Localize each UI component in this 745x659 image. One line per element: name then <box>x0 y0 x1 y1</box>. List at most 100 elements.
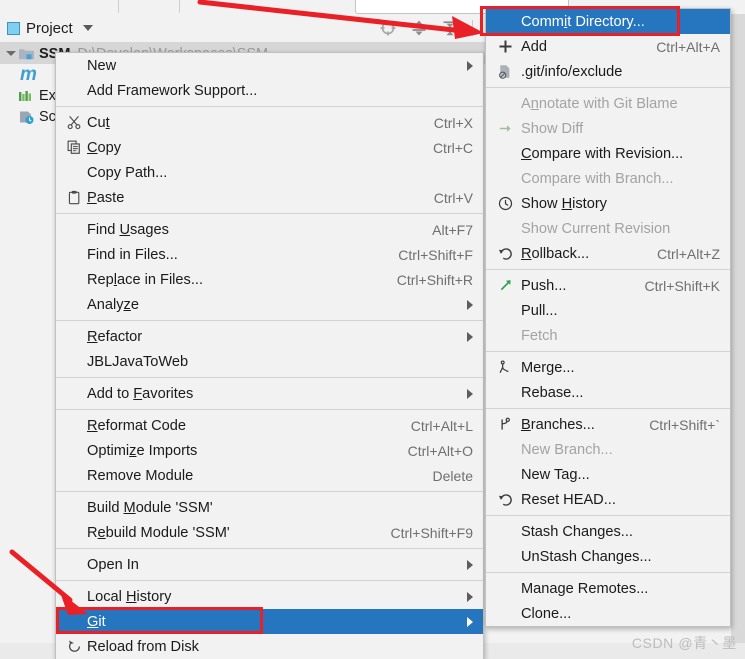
project-tool-window-title-group[interactable]: Project <box>0 20 93 37</box>
diff-icon <box>492 121 518 136</box>
menu-item-label: Find in Files... <box>87 246 178 263</box>
menu-item-label: JBLJavaToWeb <box>87 353 189 370</box>
submenu-arrow-icon <box>467 388 473 399</box>
menu-item-shortcut: Ctrl+Shift+` <box>649 416 720 433</box>
menu-item-manage-remotes[interactable]: Manage Remotes... <box>486 576 730 601</box>
menu-separator <box>56 377 483 378</box>
submenu-arrow-icon <box>467 591 473 602</box>
menu-item-new-tag[interactable]: New Tag... <box>486 462 730 487</box>
menu-item-merge[interactable]: Merge... <box>486 355 730 380</box>
menu-item-label: Reset HEAD... <box>521 491 616 508</box>
menu-item-add-to-favorites[interactable]: Add to Favorites <box>56 381 483 406</box>
menu-separator <box>486 515 730 516</box>
menu-item-label: Open In <box>87 556 139 573</box>
menu-item-show-history[interactable]: Show History <box>486 191 730 216</box>
menu-item-cut[interactable]: Cut Ctrl+X <box>56 110 483 135</box>
menu-item-optimize-imports[interactable]: Optimize Imports Ctrl+Alt+O <box>56 438 483 463</box>
copy-icon <box>64 140 84 155</box>
menu-item-rebuild-module-ssm[interactable]: Rebuild Module 'SSM' Ctrl+Shift+F9 <box>56 520 483 545</box>
menu-item-find-in-files[interactable]: Find in Files... Ctrl+Shift+F <box>56 242 483 267</box>
menu-item-shortcut: Ctrl+X <box>433 114 473 131</box>
menu-item-reload-from-disk[interactable]: Reload from Disk <box>56 634 483 659</box>
menu-item-git-info-exclude[interactable]: .git/info/exclude <box>486 59 730 84</box>
menu-item-label: Cut <box>87 114 110 131</box>
menu-item-copy-path[interactable]: Copy Path... <box>56 160 483 185</box>
menu-item-open-in[interactable]: Open In <box>56 552 483 577</box>
exclude-file-icon <box>492 64 518 79</box>
expand-all-icon[interactable] <box>410 19 428 37</box>
scissors-icon <box>64 115 84 130</box>
tool-window-body <box>0 43 55 659</box>
collapse-all-icon[interactable] <box>441 19 459 37</box>
menu-separator <box>56 320 483 321</box>
menu-item-label: Show Diff <box>521 120 584 137</box>
menu-item-label: .git/info/exclude <box>521 63 623 80</box>
menu-item-show-current-revision: Show Current Revision <box>486 216 730 241</box>
submenu-arrow-icon <box>467 60 473 71</box>
menu-item-reset-head[interactable]: Reset HEAD... <box>486 487 730 512</box>
menu-item-reformat-code[interactable]: Reformat Code Ctrl+Alt+L <box>56 413 483 438</box>
menu-separator <box>56 106 483 107</box>
menu-item-remove-module[interactable]: Remove Module Delete <box>56 463 483 488</box>
menu-item-paste[interactable]: Paste Ctrl+V <box>56 185 483 210</box>
menu-item-shortcut: Ctrl+Shift+R <box>396 271 473 288</box>
menu-item-label: Git <box>87 613 106 630</box>
menu-item-label: Find Usages <box>87 221 169 238</box>
menu-item-push[interactable]: Push... Ctrl+Shift+K <box>486 273 730 298</box>
menu-item-compare-with-revision[interactable]: Compare with Revision... <box>486 141 730 166</box>
menu-item-label: Remove Module <box>87 467 194 484</box>
menu-item-new-branch: New Branch... <box>486 437 730 462</box>
libraries-icon <box>18 88 35 104</box>
menu-item-label: Paste <box>87 189 125 206</box>
menu-item-rebase[interactable]: Rebase... <box>486 380 730 405</box>
menu-item-label: Reformat Code <box>87 417 186 434</box>
menu-item-label: Push... <box>521 277 567 294</box>
menu-item-refactor[interactable]: Refactor <box>56 324 483 349</box>
clipboard-icon <box>64 190 84 205</box>
menu-item-new[interactable]: New <box>56 53 483 78</box>
menu-item-replace-in-files[interactable]: Replace in Files... Ctrl+Shift+R <box>56 267 483 292</box>
menu-item-unstash-changes[interactable]: UnStash Changes... <box>486 544 730 569</box>
project-context-menu[interactable]: New Add Framework Support... Cut Ctrl+X Copy… <box>55 52 484 659</box>
menu-item-label: Optimize Imports <box>87 442 198 459</box>
menu-item-label: Pull... <box>521 302 558 319</box>
menu-item-stash-changes[interactable]: Stash Changes... <box>486 519 730 544</box>
right-edge-strip <box>731 14 745 659</box>
menu-item-shortcut: Ctrl+Alt+O <box>407 442 473 459</box>
maven-icon: m <box>20 63 37 85</box>
menu-item-clone[interactable]: Clone... <box>486 601 730 626</box>
menu-item-rollback[interactable]: Rollback... Ctrl+Alt+Z <box>486 241 730 266</box>
menu-item-find-usages[interactable]: Find Usages Alt+F7 <box>56 217 483 242</box>
menu-item-show-diff: Show Diff <box>486 116 730 141</box>
menu-item-build-module-ssm[interactable]: Build Module 'SSM' <box>56 495 483 520</box>
menu-item-commit-directory[interactable]: Commit Directory... <box>486 9 730 34</box>
menu-item-shortcut: Ctrl+Alt+A <box>656 38 720 55</box>
menu-item-add[interactable]: Add Ctrl+Alt+A <box>486 34 730 59</box>
menu-item-git[interactable]: Git <box>56 609 483 634</box>
menu-item-add-framework-support[interactable]: Add Framework Support... <box>56 78 483 103</box>
expand-toggle-icon-libraries[interactable] <box>4 89 18 103</box>
menu-item-copy[interactable]: Copy Ctrl+C <box>56 135 483 160</box>
menu-item-shortcut: Ctrl+Shift+K <box>644 277 720 294</box>
menu-item-branches[interactable]: Branches... Ctrl+Shift+` <box>486 412 730 437</box>
menu-item-label: Compare with Revision... <box>521 145 684 162</box>
locate-icon[interactable] <box>379 19 397 37</box>
menu-item-label: Rebase... <box>521 384 584 401</box>
menu-item-shortcut: Delete <box>432 467 473 484</box>
git-submenu[interactable]: Commit Directory... Add Ctrl+Alt+A .git/inf… <box>485 8 731 627</box>
scratches-icon <box>18 109 35 125</box>
menu-item-label: Show Current Revision <box>521 220 671 237</box>
menu-separator <box>56 580 483 581</box>
menu-separator <box>56 491 483 492</box>
menu-item-pull[interactable]: Pull... <box>486 298 730 323</box>
expand-toggle-icon[interactable] <box>4 47 18 61</box>
push-arrow-icon <box>492 278 518 293</box>
menu-item-jbljavatoweb[interactable]: JBLJavaToWeb <box>56 349 483 374</box>
menu-item-analyze[interactable]: Analyze <box>56 292 483 317</box>
chevron-down-icon[interactable] <box>82 25 93 31</box>
menu-item-label: Local History <box>87 588 172 605</box>
menu-item-local-history[interactable]: Local History <box>56 584 483 609</box>
expand-toggle-icon-scratches[interactable] <box>4 110 18 124</box>
submenu-arrow-icon <box>467 299 473 310</box>
menu-item-label: UnStash Changes... <box>521 548 652 565</box>
